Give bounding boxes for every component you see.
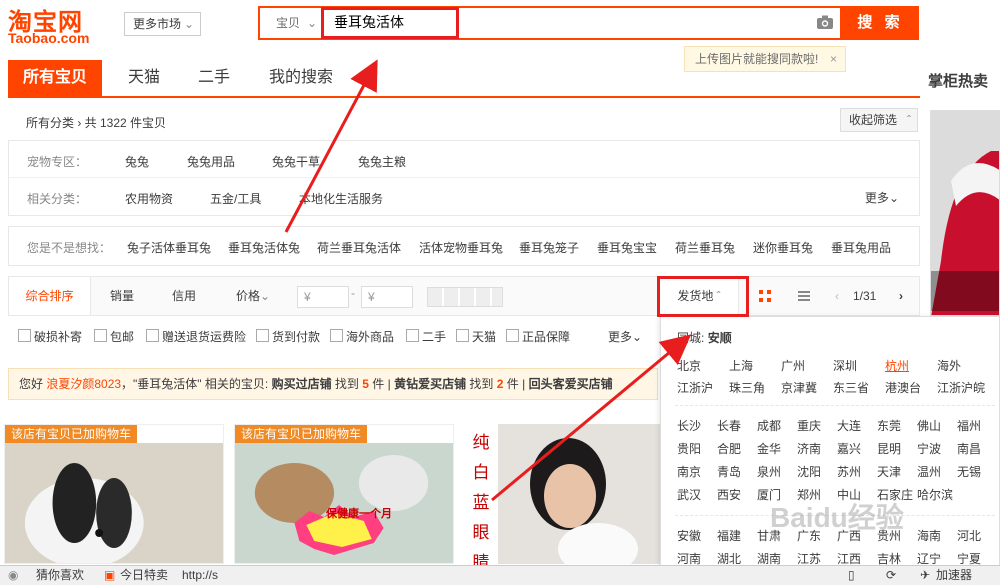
refresh-icon[interactable]: ⟳ (886, 566, 896, 585)
watermark: Baidu经验 (770, 502, 904, 533)
status-accelerator[interactable]: 加速器 (936, 566, 972, 585)
arrow-to-same-city (491, 334, 692, 502)
status-today[interactable]: 今日特卖 (120, 566, 168, 585)
browser-status-bar: ◉ 猜你喜欢 ▣ 今日特卖 http://s ▯ ⟳ ✈ 加速器 (0, 565, 1000, 585)
status-url: http://s (182, 568, 219, 582)
accelerator-icon: ✈ (920, 568, 931, 582)
status-guess[interactable]: 猜你喜欢 (36, 566, 84, 585)
gift-icon: ▣ (104, 568, 116, 582)
arrow-to-search (284, 59, 378, 233)
status-dot-icon: ◉ (8, 568, 19, 582)
phone-icon[interactable]: ▯ (848, 566, 855, 585)
